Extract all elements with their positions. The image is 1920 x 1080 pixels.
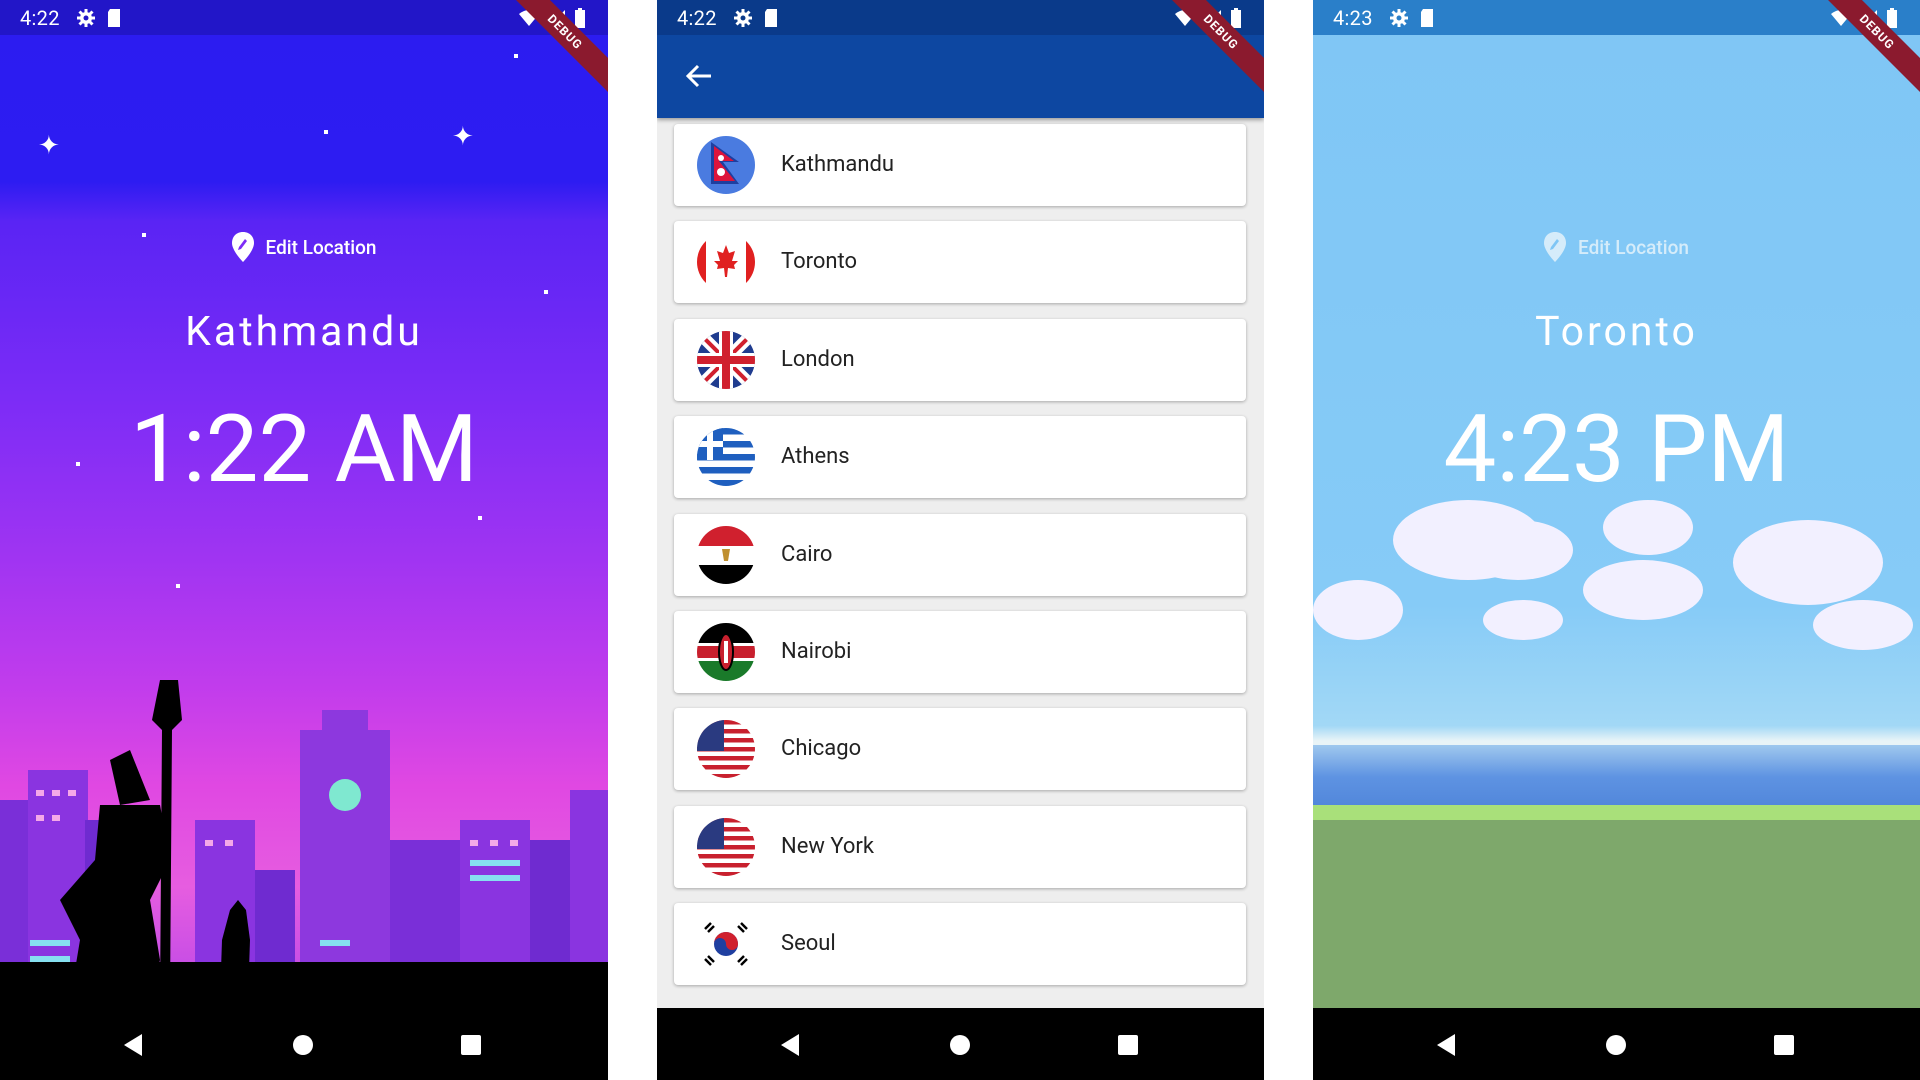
location-name: New York	[781, 833, 875, 859]
cloud	[1583, 560, 1703, 620]
location-name: Chicago	[781, 736, 862, 762]
location-name: Cairo	[781, 541, 833, 567]
greece-flag-icon	[697, 428, 755, 487]
canada-flag-icon	[697, 233, 755, 292]
location-card-london[interactable]: London	[674, 318, 1246, 401]
star	[478, 516, 482, 520]
edit-location-button[interactable]: Edit Location	[1313, 232, 1920, 262]
location-card-toronto[interactable]: Toronto	[674, 221, 1246, 304]
nav-recents-icon[interactable]	[458, 1032, 484, 1058]
edit-location-pin-icon	[1544, 232, 1567, 262]
status-bar: 4:22	[657, 0, 1264, 35]
location-card-kathmandu[interactable]: Kathmandu	[674, 124, 1246, 206]
status-bar: 4:23	[1313, 0, 1920, 35]
cloud	[1483, 600, 1563, 640]
location-name: Toronto	[781, 249, 858, 275]
status-time: 4:22	[677, 6, 717, 30]
nav-recents-icon[interactable]	[1115, 1032, 1141, 1058]
nav-back-icon[interactable]	[777, 1032, 803, 1058]
nav-home-icon[interactable]	[947, 1032, 973, 1058]
night-city-background: ✦ ✦	[0, 0, 608, 1008]
sparkle-star-icon: ✦	[38, 131, 60, 161]
sd-card-icon	[763, 8, 779, 28]
phone-choose-location: 4:22 DEBUG Kathmandu Toronto London Athe…	[657, 0, 1264, 1080]
location-list: Kathmandu Toronto London Athens Cairo Na…	[674, 124, 1246, 1001]
kenya-flag-icon	[697, 622, 755, 681]
location-name: Seoul	[781, 931, 836, 957]
location-card-nairobi[interactable]: Nairobi	[674, 610, 1246, 693]
settings-gear-icon	[76, 8, 96, 28]
edit-location-button[interactable]: Edit Location	[0, 232, 608, 262]
nav-back-icon[interactable]	[120, 1032, 146, 1058]
star	[514, 54, 518, 58]
cloud	[1313, 580, 1403, 640]
location-name: Athens	[781, 444, 850, 470]
star	[324, 130, 328, 134]
egypt-flag-icon	[697, 525, 755, 584]
edit-location-label: Edit Location	[1578, 235, 1689, 259]
location-card-athens[interactable]: Athens	[674, 416, 1246, 499]
cloud	[1463, 520, 1573, 580]
edit-location-pin-icon	[231, 232, 254, 262]
nav-home-icon[interactable]	[290, 1032, 316, 1058]
local-time: 4:23 PM	[1443, 394, 1790, 504]
star	[176, 584, 180, 588]
android-nav-bar	[0, 1008, 608, 1080]
city-skyline-illustration	[0, 680, 608, 1008]
location-card-cairo[interactable]: Cairo	[674, 513, 1246, 596]
cloud	[1733, 520, 1883, 605]
uk-flag-icon	[697, 330, 755, 389]
status-bar: 4:22	[0, 0, 608, 35]
android-nav-bar	[1313, 1008, 1920, 1080]
star	[544, 290, 548, 294]
edit-location-label: Edit Location	[265, 235, 377, 259]
status-time: 4:22	[20, 6, 60, 30]
location-name: Kathmandu	[781, 152, 895, 177]
location-name: Kathmandu	[185, 308, 423, 356]
usa-flag-icon	[697, 720, 755, 779]
phone-home-day: 4:23 DEBUG Edit Location Toronto 4:23 PM	[1313, 0, 1920, 1080]
sd-card-icon	[106, 8, 122, 28]
settings-gear-icon	[1389, 8, 1409, 28]
phone-home-night: ✦ ✦ 4:22 DEBUG Edit Location Kathmandu 1…	[0, 0, 608, 1080]
location-name: Nairobi	[781, 638, 852, 664]
usa-flag-icon	[697, 817, 755, 876]
south-korea-flag-icon	[697, 915, 755, 974]
daytime-landscape-background	[1313, 0, 1920, 1008]
grass-field	[1313, 820, 1920, 1008]
cloud	[1603, 500, 1693, 555]
settings-gear-icon	[733, 8, 753, 28]
back-arrow-icon[interactable]	[685, 62, 713, 94]
nepal-flag-icon	[697, 136, 755, 194]
location-card-seoul[interactable]: Seoul	[674, 903, 1246, 986]
sd-card-icon	[1419, 8, 1435, 28]
sparkle-star-icon: ✦	[452, 122, 474, 152]
location-name: London	[781, 346, 855, 372]
android-nav-bar	[657, 1008, 1264, 1080]
cloud	[1813, 600, 1913, 650]
location-name: Toronto	[1535, 308, 1698, 356]
location-card-new-york[interactable]: New York	[674, 805, 1246, 888]
nav-recents-icon[interactable]	[1771, 1032, 1797, 1058]
nav-back-icon[interactable]	[1433, 1032, 1459, 1058]
status-time: 4:23	[1333, 6, 1373, 30]
nav-home-icon[interactable]	[1603, 1032, 1629, 1058]
local-time: 1:22 AM	[130, 394, 478, 504]
location-card-chicago[interactable]: Chicago	[674, 708, 1246, 791]
